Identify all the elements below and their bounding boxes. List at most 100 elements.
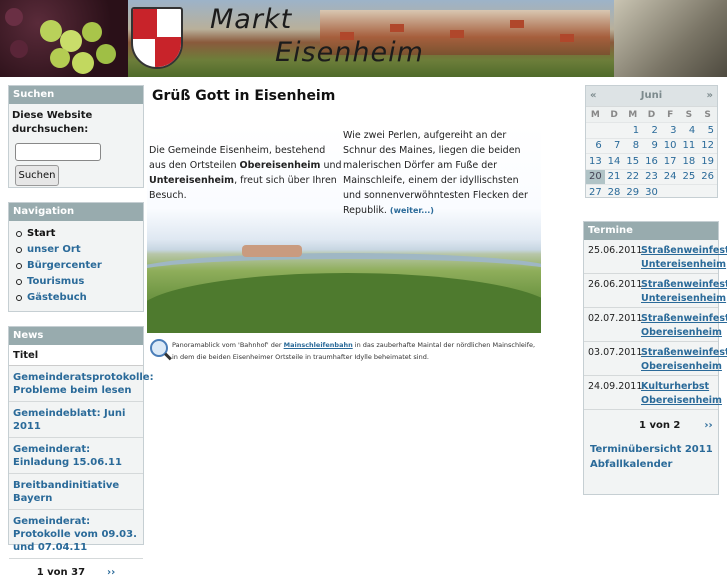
waste-calendar-link[interactable]: Abfallkalender [590,459,672,470]
news-page-indicator: 1 von 37 [36,567,86,578]
calendar-day[interactable]: 4 [679,122,699,138]
event-overview-link[interactable]: Terminübersicht 2011 [590,444,713,455]
intro-text: und [320,160,342,171]
navigation-list: Start unser Ort Bürgercenter Tourismus G… [9,221,143,306]
event-link[interactable]: Straßenweinfest Untereisenheim [641,278,727,306]
nav-item-buergercenter[interactable]: Bürgercenter [15,258,143,274]
event-link[interactable]: Straßenweinfest Obereisenheim [641,312,727,340]
calendar-day[interactable]: 29 [623,184,643,200]
panorama-image: Die Gemeinde Eisenheim, bestehend aus de… [147,125,541,333]
search-input[interactable] [15,143,101,161]
calendar-prev-button[interactable]: « [590,90,596,101]
calendar-day[interactable]: 13 [586,153,605,169]
calendar-day[interactable]: 25 [679,168,699,185]
calendar-day[interactable]: 2 [642,122,661,138]
news-header: News [9,327,143,345]
calendar-day[interactable]: 17 [660,153,680,169]
nav-link-gaestebuch[interactable]: Gästebuch [27,292,87,303]
news-item[interactable]: Gemeinderatsprotokolle: Probleme beim le… [13,372,154,396]
news-item[interactable]: Breitbandinitiative Bayern [13,480,119,504]
news-pager: 1 von 37 ›› [9,559,143,578]
intro-obereisenheim: Obereisenheim [239,160,321,171]
news-item[interactable]: Gemeindeblatt: Juni 2011 [13,408,125,432]
event-row: 24.09.2011 Kulturherbst Obereisenheim [584,376,722,410]
nav-link-buergercenter[interactable]: Bürgercenter [27,260,102,271]
calendar-day[interactable]: 7 [604,137,624,154]
calendar-day[interactable]: 26 [698,168,717,185]
magnifier-icon[interactable] [150,339,168,357]
intro-untereisenheim: Untereisenheim [149,175,235,186]
nav-item-tourismus[interactable]: Tourismus [15,274,143,290]
grapes-image [0,0,128,77]
event-date: 26.06.2011 [588,279,643,290]
calendar-day[interactable]: 3 [660,122,680,138]
event-date: 02.07.2011 [588,313,643,324]
calendar-day[interactable]: 11 [679,137,699,154]
caption-text: Panoramablick vom 'Bahnhof' der [172,341,284,349]
calendar-day[interactable]: 23 [642,168,661,185]
event-date: 25.06.2011 [588,245,643,256]
calendar-grid: M D M D F S S 1 2 3 4 5 6 7 8 9 10 11 12 13 14 15 16 17 1… [586,106,717,200]
calendar-day[interactable]: 20 [586,168,605,185]
event-row: 26.06.2011 Straßenweinfest Untereisenheim [584,274,727,308]
weekday-label: S [679,106,699,123]
nav-link-unser-ort[interactable]: unser Ort [27,244,81,255]
search-label: Diese Website durchsuchen: [12,110,93,135]
events-page-indicator: 1 von 2 [639,420,681,431]
weekday-label: S [698,106,717,123]
mainschleifenbahn-link[interactable]: Mainschleifenbahn [284,341,353,349]
calendar-day[interactable]: 18 [679,153,699,169]
calendar-day[interactable]: 21 [604,168,624,185]
news-next-button[interactable]: ›› [107,567,115,578]
event-link[interactable]: Straßenweinfest Untereisenheim [641,244,727,272]
image-caption: Panoramablick vom 'Bahnhof' der Mainschl… [172,339,540,363]
calendar-empty-cell [604,122,624,138]
news-item[interactable]: Gemeinderat: Protokolle vom 09.03. und 0… [13,516,137,553]
calendar-day[interactable]: 12 [698,137,717,154]
calendar-month: Juni [640,90,663,101]
weekday-label: D [642,106,661,123]
news-item[interactable]: Gemeinderat: Einladung 15.06.11 [13,444,122,468]
calendar-header: « Juni » [586,86,717,106]
search-portlet: Suchen Diese Website durchsuchen: Suchen [8,85,144,188]
search-header: Suchen [9,86,143,104]
event-link[interactable]: Straßenweinfest Obereisenheim [641,346,727,374]
event-date: 03.07.2011 [588,347,643,358]
calendar-day[interactable]: 16 [642,153,661,169]
calendar-day[interactable]: 28 [604,184,624,200]
calendar-day[interactable]: 9 [642,137,661,154]
calendar-day[interactable]: 1 [623,122,643,138]
site-title-line1: Markt [210,4,293,35]
nav-item-gaestebuch[interactable]: Gästebuch [15,290,143,306]
search-button[interactable]: Suchen [15,165,59,186]
read-more-link[interactable]: (weiter...) [390,206,434,215]
navigation-header: Navigation [9,203,143,221]
calendar-day[interactable]: 27 [586,184,605,200]
calendar-empty-cell [679,184,699,200]
calendar-day[interactable]: 5 [698,122,717,138]
weekday-label: M [623,106,643,123]
calendar-day[interactable]: 14 [604,153,624,169]
calendar-day[interactable]: 15 [623,153,643,169]
calendar-next-button[interactable]: » [707,90,713,101]
event-link[interactable]: Kulturherbst Obereisenheim [641,380,722,408]
header-banner: Markt Eisenheim [0,0,727,77]
event-row: 03.07.2011 Straßenweinfest Obereisenheim [584,342,727,376]
calendar-day[interactable]: 19 [698,153,717,169]
nav-item-start[interactable]: Start [15,226,143,242]
pearls-text: Wie zwei Perlen, aufgereiht an der Schnu… [343,130,528,216]
events-next-button[interactable]: ›› [704,420,712,431]
page-title: Grüß Gott in Eisenheim [152,88,336,104]
calendar-day[interactable]: 10 [660,137,680,154]
nav-link-tourismus[interactable]: Tourismus [27,276,84,287]
calendar-day[interactable]: 22 [623,168,643,185]
calendar-empty-cell [586,122,605,138]
site-title-line2: Eisenheim [275,37,424,68]
nav-item-unser-ort[interactable]: unser Ort [15,242,143,258]
calendar-day[interactable]: 8 [623,137,643,154]
calendar-empty-cell [698,184,717,200]
image-caption-bar: Panoramablick vom 'Bahnhof' der Mainschl… [147,336,541,364]
calendar-day[interactable]: 30 [642,184,661,200]
calendar-day[interactable]: 6 [586,137,605,154]
calendar-day[interactable]: 24 [660,168,680,185]
